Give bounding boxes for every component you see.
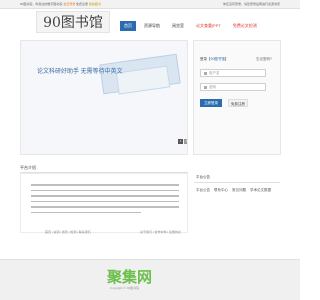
forgot-password-link[interactable]: 忘记密码? <box>256 57 272 62</box>
announcement-title: 平台公告 <box>196 175 210 179</box>
login-title: 登录【90图书馆】 <box>200 57 228 62</box>
my-books-link[interactable]: 我的藏书 <box>89 2 101 6</box>
username-field[interactable]: 用户名 <box>200 69 266 77</box>
footer-watermark: 聚集网 <box>107 269 153 286</box>
banner-page-2[interactable]: 2 <box>184 139 187 144</box>
password-field[interactable]: 密码 <box>200 83 266 91</box>
login-title-suffix: 】 <box>224 57 229 61</box>
nav-plagiarism-check[interactable]: 论文查重|PPT <box>192 21 225 31</box>
footer-copyright: Copyright © 90图书馆 <box>110 286 140 290</box>
register-link[interactable]: 免费注册 <box>76 2 88 6</box>
bottom-links-right[interactable]: 关于我们 | 合作伙伴 | 注册协议 <box>140 230 181 234</box>
link-academic[interactable]: 学术论文数据 <box>250 188 271 193</box>
header: 90图书馆 首页 资源导航 阅览室 论文查重|PPT 免费论文检测 <box>0 9 300 39</box>
member-login-link[interactable]: 会员登录 <box>63 2 75 6</box>
username-placeholder: 用户名 <box>209 71 220 75</box>
nav-home[interactable]: 首页 <box>120 21 136 31</box>
footer: 聚集网 Copyright © 90图书馆 <box>0 259 300 300</box>
platform-intro-panel <box>20 173 188 233</box>
link-announcement[interactable]: 平台公告 <box>196 188 210 193</box>
link-faq[interactable]: 常见问题 <box>232 188 246 193</box>
login-title-link[interactable]: 90图书馆 <box>211 57 225 61</box>
banner-pager: 1 2 <box>178 139 187 144</box>
banner-page-1[interactable]: 1 <box>178 139 183 144</box>
login-panel: 登录【90图书馆】 忘记密码? 用户名 密码 立即登录 免费注册 <box>193 40 281 155</box>
top-bar-left: 90图书馆，你身边的数字图书馆 会员登录 免费注册 我的藏书 <box>20 0 101 9</box>
main-nav: 首页 资源导航 阅览室 论文查重|PPT 免费论文检测 <box>120 21 261 31</box>
login-title-prefix: 登录【 <box>200 57 211 61</box>
bottom-links-left[interactable]: 首页 | 资源 | 阅览 | 检测 | 联系我们 <box>45 230 91 234</box>
user-icon <box>204 71 207 75</box>
nav-reading-room[interactable]: 阅览室 <box>168 21 188 31</box>
announcement-links: 平台公告 联系中心 常见问题 学术论文数据 <box>196 188 271 193</box>
intro-paragraph <box>31 184 179 217</box>
platform-intro-title: 平台介绍 <box>20 165 36 170</box>
site-logo[interactable]: 90图书馆 <box>36 11 110 33</box>
link-contact[interactable]: 联系中心 <box>214 188 228 193</box>
page: 90图书馆，你身边的数字图书馆 会员登录 免费注册 我的藏书 你还没有登录，请您… <box>0 0 300 300</box>
login-button[interactable]: 立即登录 <box>200 99 222 107</box>
main-banner[interactable]: 论文科研好助手 无需等待中英文 1 2 <box>20 40 188 155</box>
nav-free-check[interactable]: 免费论文检测 <box>229 21 261 31</box>
welcome-text: 90图书馆，你身边的数字图书馆 <box>20 2 63 6</box>
top-bar: 90图书馆，你身边的数字图书馆 会员登录 免费注册 我的藏书 你还没有登录，请您… <box>0 0 300 9</box>
login-status-text: 你还没有登录，请您登录后再进行资源浏览 <box>222 2 280 6</box>
divider <box>194 182 280 183</box>
password-placeholder: 密码 <box>209 85 216 89</box>
register-button[interactable]: 免费注册 <box>228 99 248 107</box>
banner-text: 论文科研好助手 无需等待中英文 <box>37 69 123 75</box>
nav-resources[interactable]: 资源导航 <box>140 21 164 31</box>
lock-icon <box>204 85 207 89</box>
